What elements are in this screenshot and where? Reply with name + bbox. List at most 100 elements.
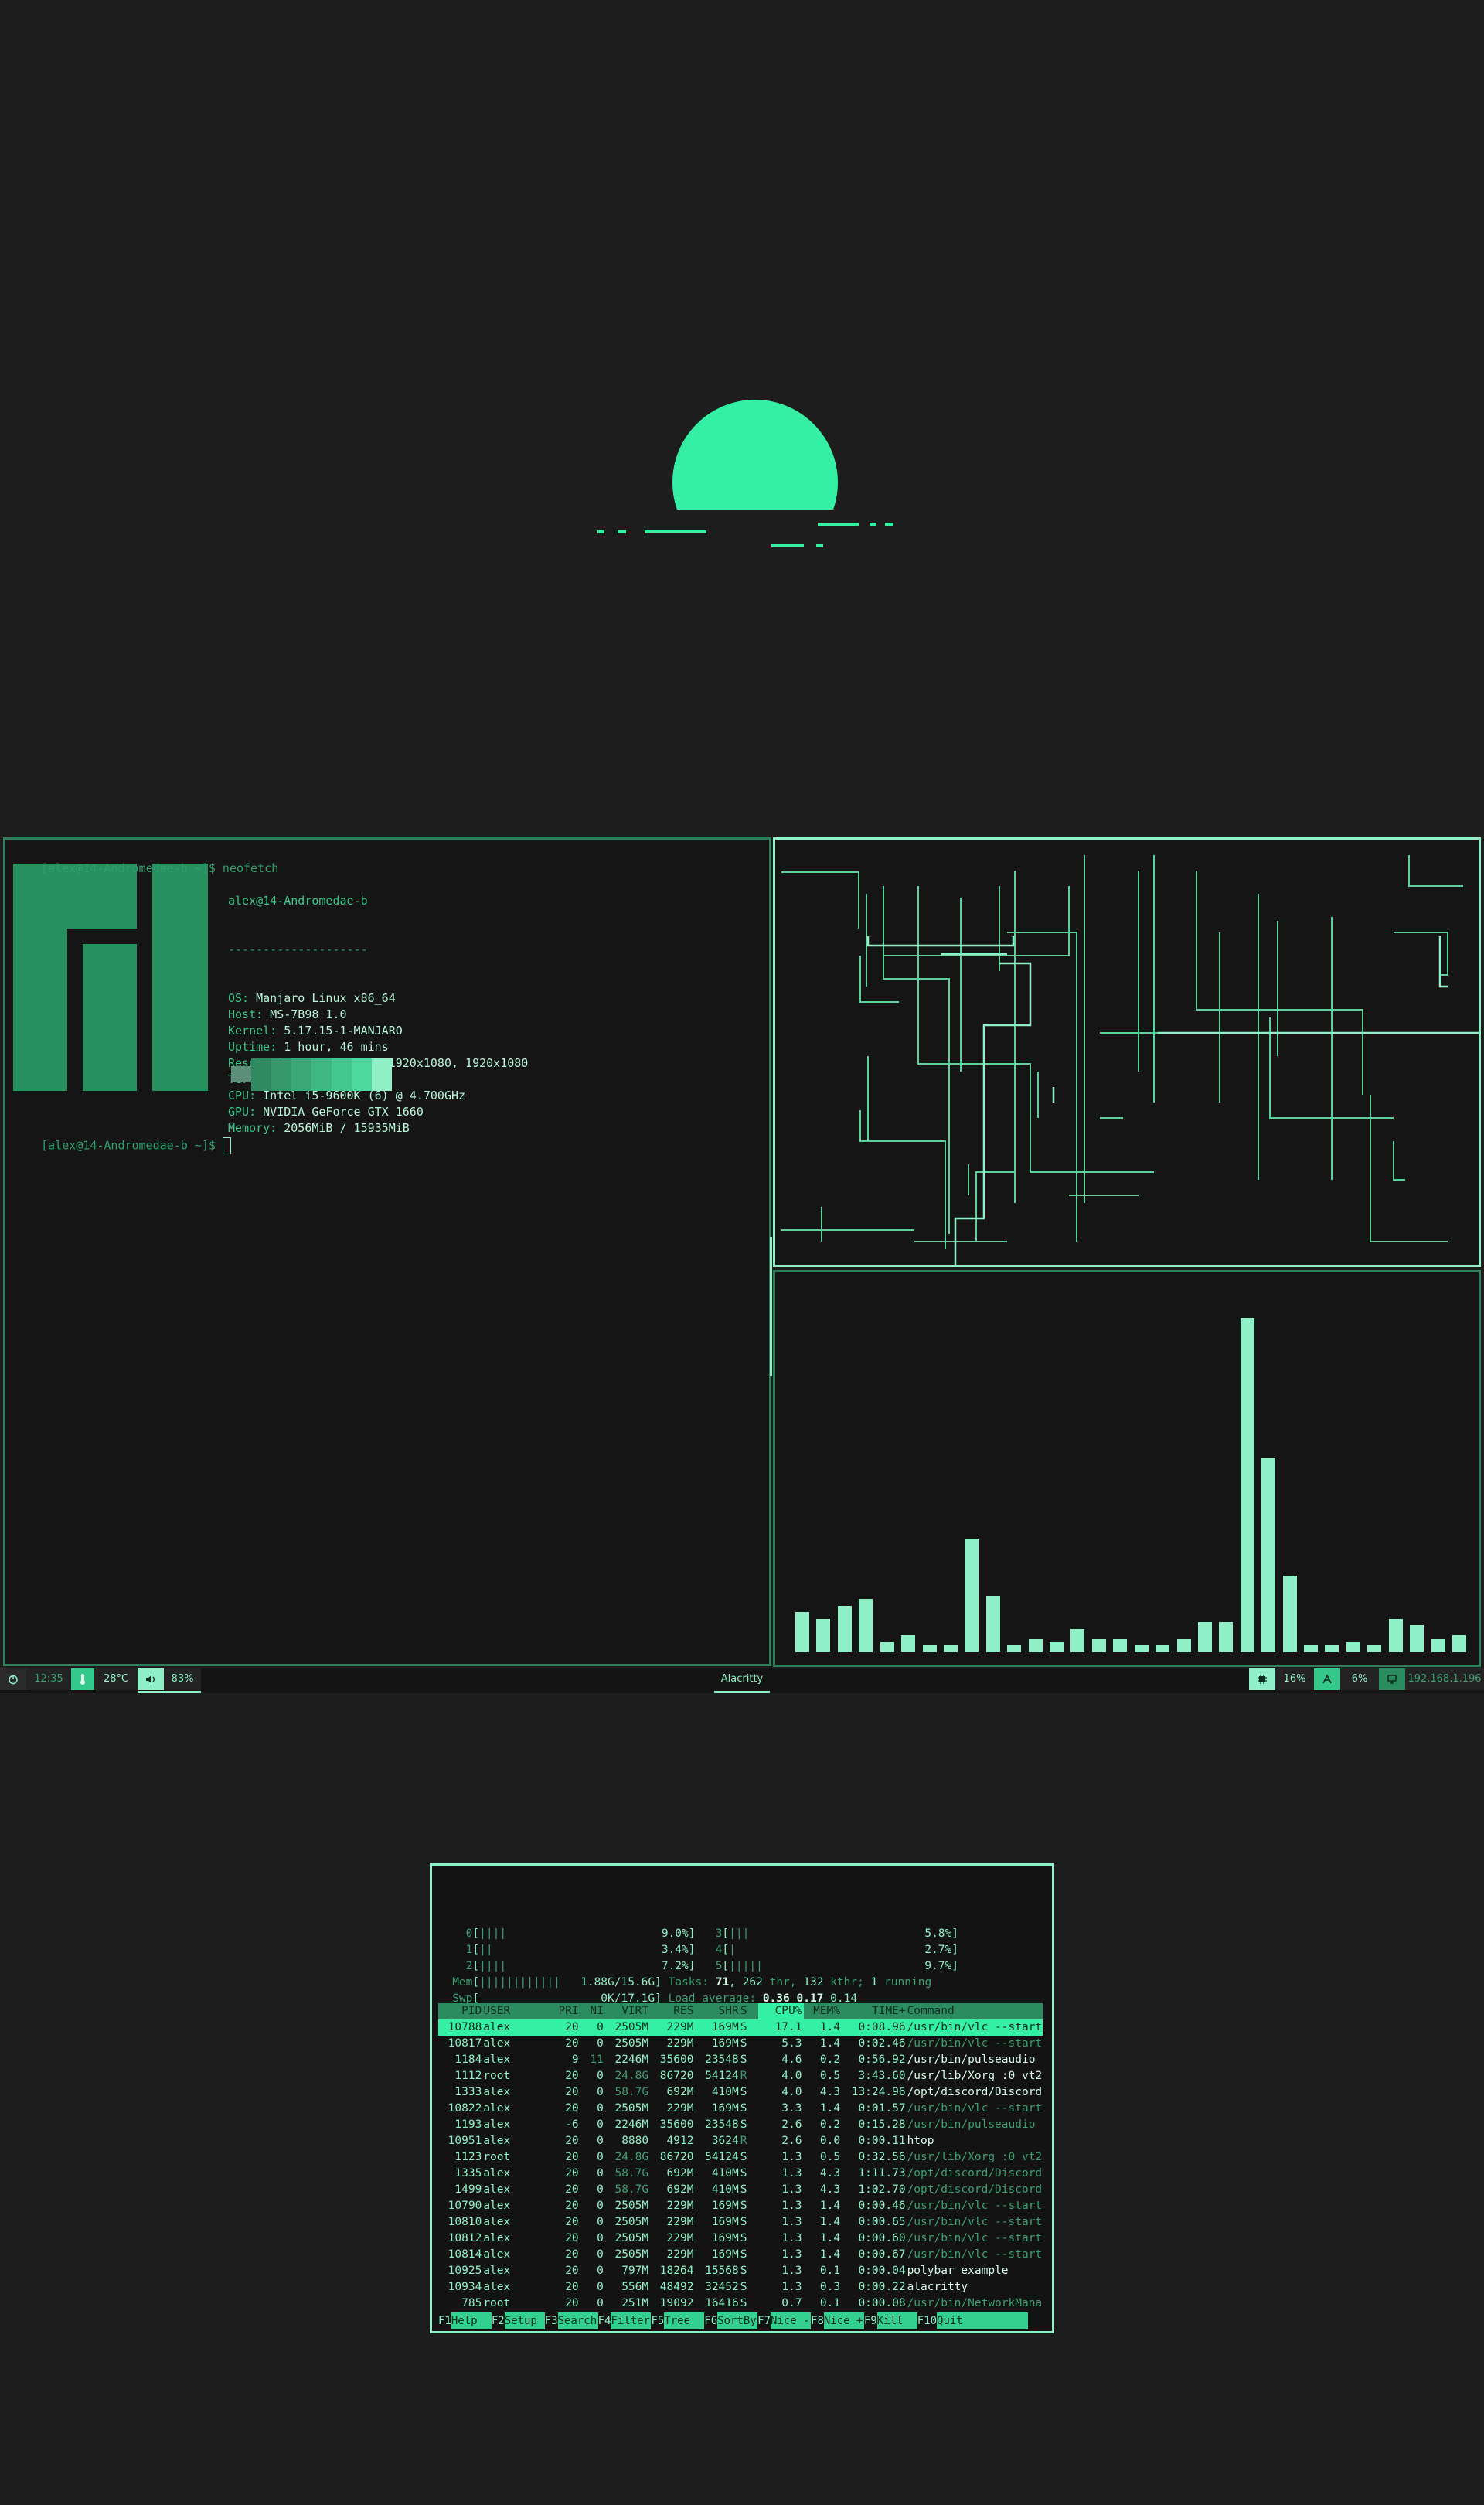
process-row[interactable]: 10951 alex 20 0 8880 4912 3624 R 2.6 0.0 0:00.11 ht… <box>438 2133 1043 2149</box>
fkey-label[interactable]: Nice + <box>823 2312 864 2329</box>
process-row[interactable]: 1335 alex 20 0 58.7G 692M 410M S 1.3 4.3 1:11.73/o… <box>438 2166 1043 2182</box>
horizon-dash <box>597 530 604 533</box>
column-header-s[interactable]: S <box>740 2003 758 2019</box>
cpu-percent: 7.2% <box>661 1960 689 1972</box>
cell-ni: 0 <box>597 2037 604 2050</box>
cell-time: 0:15.28 <box>858 2118 906 2131</box>
fkey-f5[interactable]: F5 <box>651 2312 664 2329</box>
visualizer-bar <box>1070 1629 1085 1652</box>
column-header-pri[interactable]: PRI <box>549 2003 580 2019</box>
column-header-cpu[interactable]: CPU% <box>758 2003 804 2019</box>
cell-pid: 10812 <box>448 2232 482 2244</box>
cpu-module <box>1249 1668 1275 1690</box>
volume-module[interactable] <box>138 1668 164 1690</box>
process-row[interactable]: 1184 alex 9 11 2246M 35600 23548 S 4.6 0.2 0:56.92… <box>438 2052 1043 2068</box>
process-row[interactable]: 1193 alex -6 0 2246M 35600 23548 S 2.6 0.2 0:15.28… <box>438 2117 1043 2133</box>
fkey-label[interactable]: Nice - <box>771 2312 812 2329</box>
process-row[interactable]: 10812 alex 20 0 2505M 229M 169M S 1.3 1.4 0:00.60/… <box>438 2231 1043 2247</box>
cell-cpu: 1.3 <box>781 2216 802 2228</box>
horizon-dash <box>816 544 823 547</box>
fkey-label[interactable]: Search <box>557 2312 598 2329</box>
cell-cpu: 1.3 <box>781 2183 802 2196</box>
cell-res: 692M <box>666 2086 694 2098</box>
process-row[interactable]: 1499 alex 20 0 58.7G 692M 410M S 1.3 4.3 1:02.70/o… <box>438 2182 1043 2198</box>
fkey-f10[interactable]: F10 <box>917 2312 937 2329</box>
cell-ni: 0 <box>597 2265 604 2277</box>
cell-pri: -6 <box>565 2118 579 2131</box>
process-row[interactable]: 10788 alex 20 0 2505M 229M 169M S 17.1 1.4 0:08.96… <box>438 2019 1043 2036</box>
cell-cpu: 4.6 <box>781 2053 802 2066</box>
fkey-label[interactable]: Setup <box>504 2312 545 2329</box>
process-row[interactable]: 10810 alex 20 0 2505M 229M 169M S 1.3 1.4 0:00.65/… <box>438 2214 1043 2231</box>
process-row[interactable]: 10934 alex 20 0 556M 48492 32452 S 1.3 0.3 0:00.22… <box>438 2279 1043 2295</box>
htop-window[interactable]: 0[|||| 9.0%] 3[||| 5.8%] 1[|| 3.4%] 4[| … <box>430 1863 1054 2333</box>
cell-pri: 20 <box>565 2151 579 2163</box>
fkey-f2[interactable]: F2 <box>492 2312 505 2329</box>
cell-virt: 58.7G <box>614 2183 649 2196</box>
cell-virt: 2505M <box>614 2037 649 2050</box>
column-header-ni[interactable]: NI <box>580 2003 605 2019</box>
audio-visualizer-terminal[interactable] <box>773 1270 1481 1667</box>
info-row: GPU: NVIDIA GeForce GTX 1660 <box>228 1104 528 1120</box>
cell-command: /usr/bin/vlc --start <box>907 2021 1043 2033</box>
info-key: GPU: <box>228 1105 257 1119</box>
column-header-shr[interactable]: SHR <box>695 2003 740 2019</box>
fkey-label[interactable]: Help <box>451 2312 492 2329</box>
cell-s: S <box>740 2297 747 2309</box>
fkey-label[interactable]: Tree <box>664 2312 705 2329</box>
process-row[interactable]: 10817 alex 20 0 2505M 229M 169M S 5.3 1.4 0:02.46/… <box>438 2036 1043 2052</box>
power-button[interactable] <box>0 1668 26 1690</box>
column-header-time[interactable]: TIME+ <box>842 2003 907 2019</box>
process-row[interactable]: 10822 alex 20 0 2505M 229M 169M S 3.3 1.4 0:01.57/… <box>438 2101 1043 2117</box>
fkey-f8[interactable]: F8 <box>811 2312 824 2329</box>
cell-mem: 1.4 <box>819 2216 841 2228</box>
process-table-header[interactable]: PID USER PRI NI VIRT RES SHR S CPU% MEM% TIME+ Comm… <box>438 2003 1043 2019</box>
process-table[interactable]: 10788 alex 20 0 2505M 229M 169M S 17.1 1.4 0:08.96… <box>438 2019 1043 2312</box>
column-header-user[interactable]: USER <box>483 2003 548 2019</box>
cell-res: 86720 <box>659 2151 694 2163</box>
fkey-label[interactable]: SortBy <box>717 2312 758 2329</box>
horizon-dash <box>618 530 626 533</box>
fkey-f1[interactable]: F1 <box>438 2312 451 2329</box>
cell-s: S <box>740 2053 747 2066</box>
cell-user: alex <box>483 2053 511 2066</box>
window-separator[interactable] <box>770 1237 772 1376</box>
neofetch-terminal[interactable]: [alex@14-Andromedae-b ~]$ neofetch alex@… <box>3 837 771 1666</box>
fkey-f3[interactable]: F3 <box>545 2312 558 2329</box>
column-header-mem[interactable]: MEM% <box>804 2003 842 2019</box>
fkey-f4[interactable]: F4 <box>598 2312 611 2329</box>
cell-virt: 2246M <box>614 2053 649 2066</box>
cell-ni: 0 <box>597 2070 604 2082</box>
user-host: alex@14-Andromedae-b <box>228 894 368 908</box>
process-row[interactable]: 10790 alex 20 0 2505M 229M 169M S 1.3 1.4 0:00.46/… <box>438 2198 1043 2214</box>
fkey-label[interactable]: Filter <box>611 2312 652 2329</box>
column-header-virt[interactable]: VIRT <box>605 2003 650 2019</box>
cell-command: /opt/discord/Discord <box>907 2183 1043 2196</box>
fkey-label[interactable]: Kill <box>876 2312 917 2329</box>
cell-s: S <box>740 2167 747 2180</box>
fkey-f9[interactable]: F9 <box>864 2312 877 2329</box>
cell-command: /usr/bin/vlc --start <box>907 2232 1043 2244</box>
column-header-command[interactable]: Command <box>907 2003 1047 2019</box>
neofetch-prompt-2[interactable]: [alex@14-Andromedae-b ~]$ <box>13 1121 231 1171</box>
cpu-meter-row: 2[|||| 7.2%] 5[||||| 9.7%] <box>465 1960 958 1972</box>
fkey-f6[interactable]: F6 <box>704 2312 717 2329</box>
fkey-label[interactable]: Quit <box>937 2312 1029 2329</box>
cpu-id: 1 <box>465 1944 473 1956</box>
column-header-pid[interactable]: PID <box>438 2003 483 2019</box>
temperature-value: 28°C <box>94 1668 138 1690</box>
pipes-terminal[interactable] <box>773 837 1481 1267</box>
process-row[interactable]: 785 root 20 0 251M 19092 16416 S 0.7 0.1 0:00.08/u… <box>438 2295 1043 2312</box>
process-row[interactable]: 1123 root 20 0 24.8G 86720 54124 S 1.3 0.5 0:32.56… <box>438 2149 1043 2166</box>
cell-time: 0:00.67 <box>858 2248 906 2261</box>
column-header-res[interactable]: RES <box>650 2003 695 2019</box>
fkey-f7[interactable]: F7 <box>757 2312 771 2329</box>
process-row[interactable]: 10925 alex 20 0 797M 18264 15568 S 1.3 0.1 0:00.04… <box>438 2263 1043 2279</box>
info-value: 1 hour, 46 mins <box>284 1040 389 1054</box>
process-row[interactable]: 1333 alex 20 0 58.7G 692M 410M S 4.0 4.3 13:24.96/… <box>438 2084 1043 2101</box>
process-row[interactable]: 1112 root 20 0 24.8G 86720 54124 R 4.0 0.5 3:43.60… <box>438 2068 1043 2084</box>
visualizer-bar <box>837 1606 852 1652</box>
volume-value: 83% <box>164 1668 201 1690</box>
cell-ni: 0 <box>597 2232 604 2244</box>
process-row[interactable]: 10814 alex 20 0 2505M 229M 169M S 1.3 1.4 0:00.67/… <box>438 2247 1043 2263</box>
